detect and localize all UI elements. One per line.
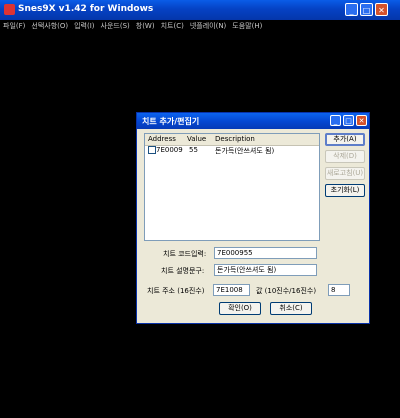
row-description: 돈가득(안쓰셔도 됨) bbox=[215, 147, 275, 155]
minimize-button[interactable]: _ bbox=[345, 3, 358, 16]
cheat-editor-dialog: 치트 추가/편집기 _ □ ✕ Address Value Descriptio… bbox=[136, 112, 370, 324]
dialog-maximize-button[interactable]: □ bbox=[343, 115, 354, 126]
menu-help[interactable]: 도움말(H) bbox=[229, 20, 265, 32]
list-item[interactable]: 7E0009 55 돈가득(안쓰셔도 됨) bbox=[145, 146, 319, 156]
app-title: Snes9X v1.42 for Windows bbox=[18, 4, 154, 14]
dialog-title: 치트 추가/편집기 bbox=[142, 117, 200, 126]
close-button[interactable]: ✕ bbox=[375, 3, 388, 16]
menu-bar: 파일(F) 선택사항(O) 입력(I) 사운드(S) 창(W) 치트(C) 넷플… bbox=[0, 20, 400, 32]
dialog-minimize-button[interactable]: _ bbox=[330, 115, 341, 126]
cheat-enable-checkbox[interactable] bbox=[148, 146, 156, 154]
row-value: 55 bbox=[189, 146, 198, 154]
update-button[interactable]: 새로고침(U) bbox=[325, 167, 365, 180]
menu-netplay[interactable]: 넷플레이(N) bbox=[187, 20, 229, 32]
dialog-close-button[interactable]: ✕ bbox=[356, 115, 367, 126]
column-description[interactable]: Description bbox=[215, 135, 255, 143]
cheat-code-label: 치트 코드입력: bbox=[163, 250, 207, 258]
column-value[interactable]: Value bbox=[187, 135, 206, 143]
cheat-value-input[interactable]: 8 bbox=[328, 284, 350, 296]
cheat-desc-label: 치트 설명문구: bbox=[161, 267, 205, 275]
cheat-list[interactable]: Address Value Description 7E0009 55 돈가득(… bbox=[144, 133, 320, 241]
cheat-address-input[interactable]: 7E1008 bbox=[213, 284, 250, 296]
menu-options[interactable]: 선택사항(O) bbox=[28, 20, 71, 32]
reset-button[interactable]: 초기화(L) bbox=[325, 184, 365, 197]
maximize-button[interactable]: □ bbox=[360, 3, 373, 16]
snes9x-app-icon bbox=[4, 4, 15, 15]
cheat-address-label: 치트 주소 (16진수) bbox=[147, 287, 205, 295]
cheat-code-input[interactable]: 7E000955 bbox=[214, 247, 317, 259]
menu-file[interactable]: 파일(F) bbox=[0, 20, 28, 32]
cheat-desc-input[interactable]: 돈가득(안쓰셔도 됨) bbox=[214, 264, 317, 276]
ok-button[interactable]: 확인(O) bbox=[219, 302, 261, 315]
column-address[interactable]: Address bbox=[148, 135, 176, 143]
delete-button[interactable]: 삭제(D) bbox=[325, 150, 365, 163]
list-header: Address Value Description bbox=[145, 134, 319, 146]
row-address: 7E0009 bbox=[156, 146, 183, 154]
menu-window[interactable]: 창(W) bbox=[133, 20, 158, 32]
cheat-value-label: 값 (10진수/16진수) bbox=[256, 287, 317, 295]
main-window-titlebar: Snes9X v1.42 for Windows _ □ ✕ bbox=[0, 0, 400, 20]
add-button[interactable]: 추가(A) bbox=[325, 133, 365, 146]
menu-sound[interactable]: 사운드(S) bbox=[98, 20, 133, 32]
menu-input[interactable]: 입력(I) bbox=[71, 20, 97, 32]
menu-cheat[interactable]: 치트(C) bbox=[158, 20, 187, 32]
cancel-button[interactable]: 취소(C) bbox=[270, 302, 312, 315]
dialog-titlebar: 치트 추가/편집기 _ □ ✕ bbox=[137, 113, 369, 129]
